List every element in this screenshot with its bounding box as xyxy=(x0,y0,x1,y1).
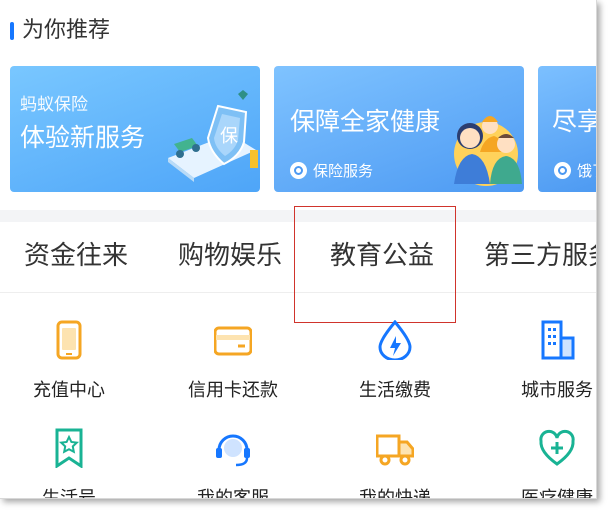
insurance-shield-illustration: 保 xyxy=(168,90,258,182)
card-title: 尽享 xyxy=(552,107,596,136)
card-subtitle: 蚂蚁保险 xyxy=(20,95,88,115)
service-credit-card-repay[interactable]: 信用卡还款 xyxy=(158,320,308,410)
service-label: 充值中心 xyxy=(33,380,105,401)
card-family-health[interactable]: 保障全家健康 保险服务 xyxy=(274,66,524,192)
delivery-truck-icon xyxy=(376,434,414,466)
card-title: 体验新服务 xyxy=(20,123,146,152)
card-footer: 饿了 xyxy=(554,160,596,181)
card-footer-text: 保险服务 xyxy=(313,162,374,180)
card-badge: 保 xyxy=(220,126,238,147)
service-medical-health[interactable]: 医疗健康 xyxy=(482,428,596,499)
tab-education-charity[interactable]: 教育公益 xyxy=(330,236,434,276)
card-footer-text: 饿了 xyxy=(577,162,596,180)
headset-icon xyxy=(216,434,250,467)
tab-funds-transfer[interactable]: 资金往来 xyxy=(24,236,128,276)
bookmark-star-icon xyxy=(55,428,83,468)
tab-shopping-entertainment[interactable]: 购物娱乐 xyxy=(178,236,282,276)
screenshot-frame: 为你推荐 蚂蚁保险 体验新服务 保 保障全家健康 保险服务 尽 饿 资金往来 购… xyxy=(0,0,597,499)
service-label: 信用卡还款 xyxy=(188,380,278,401)
heart-plus-icon xyxy=(539,429,575,466)
service-city-services[interactable]: 城市服务 xyxy=(482,320,596,410)
section-title: 为你推荐 xyxy=(22,18,111,43)
family-illustration xyxy=(454,116,522,186)
service-label: 医疗健康 xyxy=(521,488,593,499)
insurance-service-icon xyxy=(290,162,307,179)
credit-card-icon xyxy=(214,326,252,356)
water-drop-bolt-icon xyxy=(378,320,412,360)
category-tabs: 资金往来 购物娱乐 教育公益 第三方服务 xyxy=(0,222,596,293)
phone-icon xyxy=(56,320,82,360)
service-living-payment[interactable]: 生活缴费 xyxy=(320,320,470,410)
tab-third-party-services[interactable]: 第三方服务 xyxy=(484,236,596,276)
service-my-customer-service[interactable]: 我的客服 xyxy=(158,428,308,499)
recommend-header: 为你推荐 xyxy=(0,12,596,52)
card-ant-insurance[interactable]: 蚂蚁保险 体验新服务 保 xyxy=(10,66,260,192)
service-label: 我的快递 xyxy=(359,488,431,499)
service-recharge-center[interactable]: 充值中心 xyxy=(0,320,144,410)
service-life-account[interactable]: 生活号 xyxy=(0,428,144,499)
card-footer: 保险服务 xyxy=(290,160,373,181)
eleme-icon xyxy=(554,162,571,179)
service-label: 城市服务 xyxy=(521,380,593,401)
recommend-cards: 蚂蚁保险 体验新服务 保 保障全家健康 保险服务 尽 饿 xyxy=(0,66,596,192)
service-label: 我的客服 xyxy=(197,488,269,499)
service-label: 生活缴费 xyxy=(359,380,431,401)
service-my-express[interactable]: 我的快递 xyxy=(320,428,470,499)
service-label: 生活号 xyxy=(42,488,96,499)
header-accent-bar xyxy=(10,22,14,40)
section-divider xyxy=(0,210,596,222)
city-building-icon xyxy=(541,320,575,360)
card-title: 保障全家健康 xyxy=(290,107,441,136)
card-partial-third[interactable]: 尽享 饿了 xyxy=(538,66,596,192)
